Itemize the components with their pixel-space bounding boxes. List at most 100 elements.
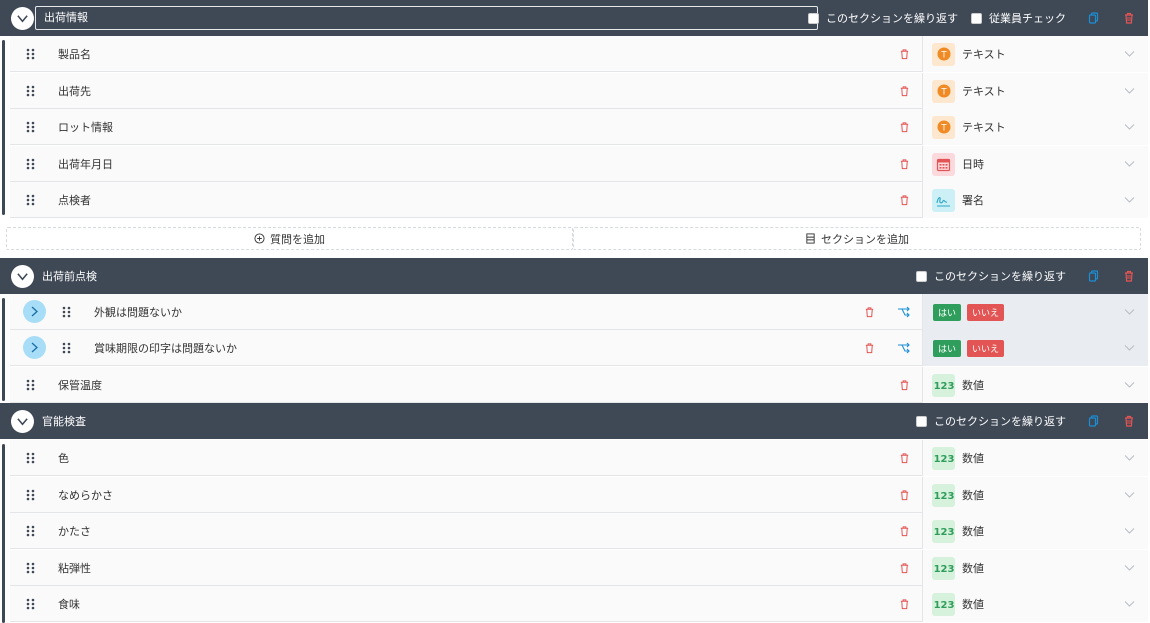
- section-title[interactable]: 出荷前点検: [42, 268, 97, 284]
- trash-icon[interactable]: [1123, 12, 1135, 24]
- question-label[interactable]: 賞味期限の印字は問題ないか: [94, 340, 237, 356]
- drag-handle-icon[interactable]: [26, 85, 35, 97]
- answer-type-select[interactable]: 123 数値: [922, 513, 1148, 549]
- chevron-down-icon[interactable]: [1124, 564, 1135, 572]
- question-label[interactable]: かたさ: [58, 523, 91, 539]
- answer-type-select[interactable]: 日時: [922, 146, 1148, 182]
- question-row[interactable]: 外観は問題ないか はい いいえ: [10, 294, 1148, 330]
- answer-type-select[interactable]: 123 数値: [922, 440, 1148, 476]
- checkbox[interactable]: [916, 270, 927, 282]
- trash-icon[interactable]: [1123, 415, 1135, 427]
- chevron-down-icon[interactable]: [1124, 381, 1135, 389]
- question-row[interactable]: 粘弾性 123 数値: [10, 550, 1148, 586]
- answer-type-select[interactable]: 123 数値: [922, 477, 1148, 513]
- question-row[interactable]: 保管温度 123 数値: [10, 367, 1148, 403]
- drag-handle-icon[interactable]: [26, 452, 35, 464]
- drag-handle-icon[interactable]: [26, 489, 35, 501]
- chevron-down-icon[interactable]: [1124, 600, 1135, 608]
- trash-icon[interactable]: [899, 598, 910, 610]
- add-section-button[interactable]: セクションを追加: [573, 227, 1141, 250]
- copy-icon[interactable]: [1088, 270, 1100, 282]
- trash-icon[interactable]: [899, 194, 910, 206]
- question-row[interactable]: 色 123 数値: [10, 440, 1148, 476]
- answer-type-select[interactable]: はい いいえ: [922, 294, 1148, 330]
- repeat-section-checkbox[interactable]: このセクションを繰り返す: [916, 268, 1066, 284]
- copy-icon[interactable]: [1088, 415, 1100, 427]
- drag-handle-icon[interactable]: [26, 121, 35, 133]
- answer-type-select[interactable]: 123 数値: [922, 367, 1148, 403]
- question-label[interactable]: 出荷先: [58, 83, 91, 99]
- section-title[interactable]: 官能検査: [42, 413, 86, 429]
- trash-icon[interactable]: [899, 489, 910, 501]
- drag-handle-icon[interactable]: [62, 342, 71, 354]
- checkbox[interactable]: [971, 12, 982, 24]
- drag-handle-icon[interactable]: [26, 598, 35, 610]
- trash-icon[interactable]: [899, 85, 910, 97]
- question-row[interactable]: 出荷年月日 日時: [10, 146, 1148, 182]
- section-collapse-button[interactable]: [11, 264, 34, 288]
- question-row[interactable]: 食味 123 数値: [10, 586, 1148, 622]
- drag-handle-icon[interactable]: [26, 562, 35, 574]
- trash-icon[interactable]: [899, 158, 910, 170]
- trash-icon[interactable]: [864, 306, 875, 318]
- question-row[interactable]: かたさ 123 数値: [10, 513, 1148, 549]
- drag-handle-icon[interactable]: [62, 306, 71, 318]
- answer-type-select[interactable]: 123 数値: [922, 586, 1148, 622]
- question-label[interactable]: 食味: [58, 596, 80, 612]
- question-row[interactable]: 出荷先 T テキスト: [10, 73, 1148, 109]
- question-row[interactable]: なめらかさ 123 数値: [10, 477, 1148, 513]
- copy-icon[interactable]: [1088, 12, 1100, 24]
- question-label[interactable]: 保管温度: [58, 377, 102, 393]
- trash-icon[interactable]: [899, 121, 910, 133]
- drag-handle-icon[interactable]: [26, 379, 35, 391]
- repeat-section-checkbox[interactable]: このセクションを繰り返す: [916, 413, 1066, 429]
- branch-icon[interactable]: [897, 306, 910, 318]
- checkbox[interactable]: [916, 415, 927, 427]
- chevron-down-icon[interactable]: [1124, 527, 1135, 535]
- section-title-input[interactable]: 出荷情報: [35, 6, 818, 30]
- question-label[interactable]: なめらかさ: [58, 487, 113, 503]
- question-label[interactable]: 出荷年月日: [58, 156, 113, 172]
- answer-type-select[interactable]: T テキスト: [922, 109, 1148, 145]
- chevron-down-icon[interactable]: [1124, 454, 1135, 462]
- trash-icon[interactable]: [899, 48, 910, 60]
- drag-handle-icon[interactable]: [26, 194, 35, 206]
- question-label[interactable]: 色: [58, 450, 69, 466]
- drag-handle-icon[interactable]: [26, 158, 35, 170]
- chevron-down-icon[interactable]: [1124, 87, 1135, 95]
- answer-type-select[interactable]: 署名: [922, 182, 1148, 218]
- answer-type-select[interactable]: 123 数値: [922, 550, 1148, 586]
- branch-icon[interactable]: [897, 342, 910, 354]
- chevron-down-icon[interactable]: [1124, 123, 1135, 131]
- question-row[interactable]: ロット情報 T テキスト: [10, 109, 1148, 145]
- question-label[interactable]: ロット情報: [58, 119, 113, 135]
- expand-branch-button[interactable]: [23, 336, 46, 359]
- chevron-down-icon[interactable]: [1124, 196, 1135, 204]
- trash-icon[interactable]: [1123, 270, 1135, 282]
- chevron-down-icon[interactable]: [1124, 344, 1135, 352]
- section-collapse-button[interactable]: [11, 6, 34, 30]
- trash-icon[interactable]: [899, 452, 910, 464]
- answer-type-select[interactable]: はい いいえ: [922, 330, 1148, 366]
- trash-icon[interactable]: [899, 525, 910, 537]
- add-question-button[interactable]: 質問を追加: [6, 227, 573, 250]
- chevron-down-icon[interactable]: [1124, 308, 1135, 316]
- question-row[interactable]: 製品名 T テキスト: [10, 36, 1148, 72]
- question-label[interactable]: 外観は問題ないか: [94, 304, 182, 320]
- expand-branch-button[interactable]: [23, 300, 46, 323]
- drag-handle-icon[interactable]: [26, 525, 35, 537]
- employee-check-checkbox[interactable]: 従業員チェック: [971, 10, 1066, 26]
- trash-icon[interactable]: [864, 342, 875, 354]
- answer-type-select[interactable]: T テキスト: [922, 36, 1148, 72]
- chevron-down-icon[interactable]: [1124, 491, 1135, 499]
- question-row[interactable]: 賞味期限の印字は問題ないか はい いいえ: [10, 330, 1148, 366]
- question-label[interactable]: 製品名: [58, 46, 91, 62]
- chevron-down-icon[interactable]: [1124, 50, 1135, 58]
- trash-icon[interactable]: [899, 379, 910, 391]
- checkbox[interactable]: [808, 12, 819, 24]
- section-collapse-button[interactable]: [11, 409, 34, 433]
- question-label[interactable]: 粘弾性: [58, 560, 91, 576]
- answer-type-select[interactable]: T テキスト: [922, 73, 1148, 109]
- trash-icon[interactable]: [899, 562, 910, 574]
- chevron-down-icon[interactable]: [1124, 160, 1135, 168]
